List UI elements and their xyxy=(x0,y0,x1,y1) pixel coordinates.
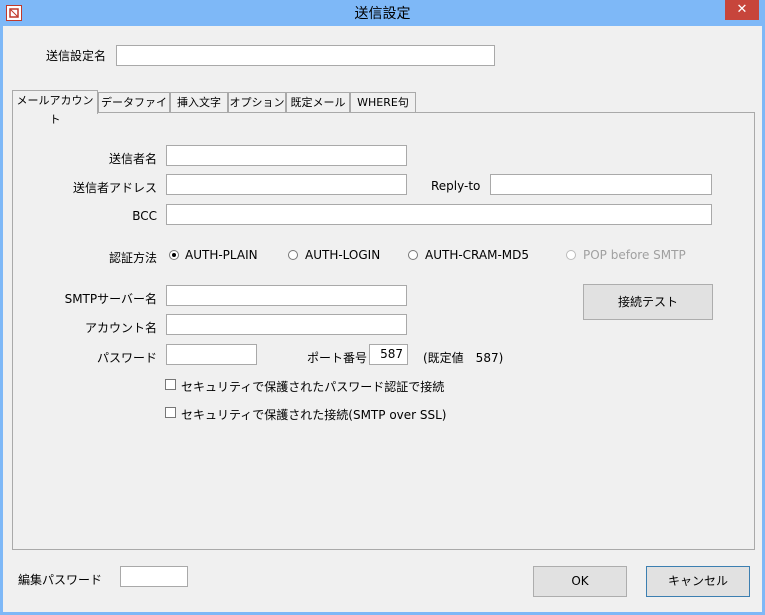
account-name-input[interactable] xyxy=(166,314,407,335)
auth-login-radio[interactable] xyxy=(288,250,298,260)
port-default-text: (既定値 587) xyxy=(423,351,504,365)
ssl-checkbox[interactable] xyxy=(165,407,176,418)
dialog-body: 送信設定名 メールアカウント データファイル 挿入文字 オプション 既定メール … xyxy=(3,26,762,612)
secure-password-checkbox[interactable] xyxy=(165,379,176,390)
password-input[interactable] xyxy=(166,344,257,365)
tab-insert-text[interactable]: 挿入文字 xyxy=(170,92,228,113)
cancel-button[interactable]: キャンセル xyxy=(646,566,750,597)
bcc-input[interactable] xyxy=(166,204,712,225)
tab-mail-account[interactable]: メールアカウント xyxy=(12,90,98,126)
window: 送信設定 ✕ 送信設定名 メールアカウント データファイル 挿入文字 オプション… xyxy=(0,0,765,615)
connection-test-label: 接続テスト xyxy=(617,295,678,309)
ok-label: OK xyxy=(571,574,589,588)
sender-address-input[interactable] xyxy=(166,174,407,195)
port-input[interactable]: 587 xyxy=(369,344,408,365)
pop-before-smtp-radio[interactable] xyxy=(566,250,576,260)
auth-plain-label[interactable]: AUTH-PLAIN xyxy=(185,248,258,262)
auth-cram-md5-radio[interactable] xyxy=(408,250,418,260)
ssl-label[interactable]: セキュリティで保護された接続(SMTP over SSL) xyxy=(181,406,447,423)
edit-password-input[interactable] xyxy=(120,566,188,587)
tab-default-mail[interactable]: 既定メール xyxy=(286,92,350,113)
title-bar: 送信設定 ✕ xyxy=(0,0,765,26)
reply-to-label: Reply-to xyxy=(431,179,481,193)
connection-test-button[interactable]: 接続テスト xyxy=(583,284,713,320)
setting-name-label: 送信設定名 xyxy=(46,49,107,63)
smtp-server-input[interactable] xyxy=(166,285,407,306)
password-label: パスワード xyxy=(96,351,157,365)
pop-before-smtp-label[interactable]: POP before SMTP xyxy=(583,248,686,262)
tab-data-file[interactable]: データファイル xyxy=(98,92,170,128)
auth-cram-md5-label[interactable]: AUTH-CRAM-MD5 xyxy=(425,248,529,262)
tab-where-clause[interactable]: WHERE句 xyxy=(350,92,416,113)
reply-to-input[interactable] xyxy=(490,174,712,195)
auth-method-label: 認証方法 xyxy=(108,251,157,265)
window-title: 送信設定 xyxy=(354,6,411,22)
bcc-label: BCC xyxy=(132,209,157,223)
sender-name-input[interactable] xyxy=(166,145,407,166)
cancel-label: キャンセル xyxy=(667,574,728,588)
mail-account-panel: 送信者名 送信者アドレス Reply-to BCC 認証方法 AUTH-PLAI… xyxy=(12,112,755,550)
setting-name-input[interactable] xyxy=(116,45,495,66)
account-name-label: アカウント名 xyxy=(84,321,157,335)
edit-password-label: 編集パスワード xyxy=(18,573,103,587)
tab-options[interactable]: オプション xyxy=(228,92,286,113)
port-label: ポート番号 xyxy=(307,351,368,365)
auth-login-label[interactable]: AUTH-LOGIN xyxy=(305,248,380,262)
sender-name-label: 送信者名 xyxy=(108,152,157,166)
auth-plain-radio[interactable] xyxy=(169,250,179,260)
sender-address-label: 送信者アドレス xyxy=(72,181,157,195)
ok-button[interactable]: OK xyxy=(533,566,627,597)
secure-password-label[interactable]: セキュリティで保護されたパスワード認証で接続 xyxy=(181,378,444,395)
close-icon[interactable]: ✕ xyxy=(725,0,759,20)
smtp-server-label: SMTPサーバー名 xyxy=(64,292,157,306)
